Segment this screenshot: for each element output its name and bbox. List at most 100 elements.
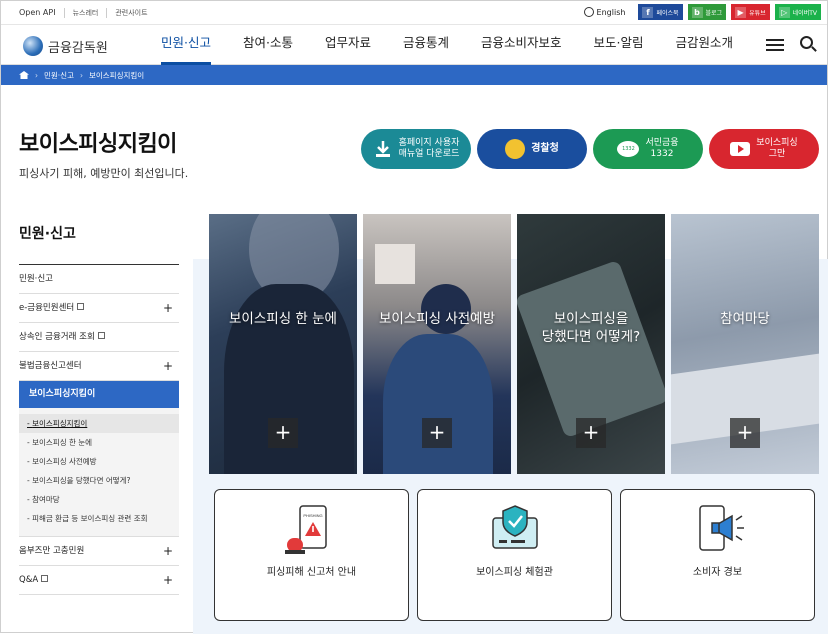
submenu-item-active[interactable]: - 보이스피싱지킴이 — [19, 414, 179, 433]
stop-voicephishing-label: 보이스피싱 그만 — [756, 137, 798, 159]
youtube-label: 유튜브 — [749, 9, 766, 17]
manual-download-label: 홈페이지 사용자 매뉴얼 다운로드 — [398, 137, 460, 159]
expand-plus-icon[interactable]: + — [163, 566, 173, 595]
sidebar-item-label: 옴부즈만 고충민원 — [19, 546, 85, 556]
quick-buttons: 홈페이지 사용자 매뉴얼 다운로드 경찰청 1332 서민금융 1332 보이스… — [361, 129, 819, 169]
sidebar-item-label: 민원·신고 — [19, 274, 53, 284]
nav-consumer-protection[interactable]: 금융소비자보호 — [481, 25, 562, 65]
tile-photo — [375, 244, 415, 284]
youtube-icon — [730, 142, 751, 156]
police-button[interactable]: 경찰청 — [477, 129, 587, 169]
nav-about[interactable]: 금감원소개 — [676, 25, 734, 65]
nav-press[interactable]: 보도·알림 — [594, 25, 644, 65]
phishing-phone-text: PHISHING — [303, 513, 322, 518]
tile-after-damage[interactable]: 보이스피싱을 당했다면 어떻게? + — [517, 214, 665, 474]
tile-participation[interactable]: 참여마당 + — [671, 214, 819, 474]
newsletter-link[interactable]: 뉴스레터 — [65, 8, 108, 18]
nav-complaints[interactable]: 민원·신고 — [161, 25, 211, 65]
tile-plus-icon[interactable]: + — [268, 418, 298, 448]
stop-voicephishing-button[interactable]: 보이스피싱 그만 — [709, 129, 819, 169]
tile-label: 보이스피싱을 당했다면 어떻게? — [541, 311, 641, 346]
sidebar-item[interactable]: 옴부즈만 고충민원 + — [19, 537, 179, 566]
card-consumer-alert[interactable]: 소비자 경보 — [620, 489, 815, 621]
submenu-item[interactable]: - 피해금 환급 등 보이스피싱 관련 조회 — [27, 509, 179, 528]
breadcrumb-item-current[interactable]: 보이스피싱지킴이 — [89, 70, 144, 81]
submenu-item-label: 참여마당 — [32, 495, 60, 504]
sidebar-item-label: Q&A — [19, 575, 39, 585]
site-logo[interactable]: 금융감독원 — [23, 36, 108, 56]
card-label: 피싱피해 신고처 안내 — [266, 567, 357, 578]
language-label: English — [596, 7, 626, 17]
blog-button[interactable]: b 블로그 — [687, 4, 727, 20]
sidebar-item-label: 불법금융신고센터 — [19, 361, 82, 371]
sidebar-item[interactable]: e-금융민원센터 + — [19, 294, 179, 323]
tile-voicephishing-overview[interactable]: 보이스피싱 한 눈에 + — [209, 214, 357, 474]
manual-download-button[interactable]: 홈페이지 사용자 매뉴얼 다운로드 — [361, 129, 471, 169]
sidebar-item[interactable]: 민원·신고 — [19, 265, 179, 294]
page-subtitle: 피싱사기 피해, 예방만이 최선입니다. — [19, 167, 189, 180]
financial-1332-label: 서민금융 1332 — [645, 137, 679, 159]
shield-card-icon — [491, 505, 538, 549]
facebook-icon: f — [642, 6, 654, 18]
sidebar-submenu: - 보이스피싱지킴이 - 보이스피싱 한 눈에 - 보이스피싱 사전예방 - 보… — [19, 408, 179, 537]
sidebar-item-active[interactable]: 보이스피싱지킴이 — [19, 381, 179, 408]
download-icon — [373, 139, 393, 159]
police-badge-icon — [505, 139, 526, 159]
nav-business-data[interactable]: 업무자료 — [325, 25, 371, 65]
nav-participation[interactable]: 참여·소통 — [243, 25, 293, 65]
facebook-label: 페이스북 — [656, 9, 679, 17]
tile-plus-icon[interactable]: + — [730, 418, 760, 448]
home-icon[interactable] — [19, 71, 29, 79]
expand-plus-icon[interactable]: + — [163, 537, 173, 566]
tile-plus-icon[interactable]: + — [422, 418, 452, 448]
sidebar-item[interactable]: 상속인 금융거래 조회 — [19, 323, 179, 352]
tile-prevention[interactable]: 보이스피싱 사전예방 + — [363, 214, 511, 474]
police-label: 경찰청 — [531, 142, 559, 154]
nav-statistics[interactable]: 금융통계 — [403, 25, 449, 65]
tile-plus-icon[interactable]: + — [576, 418, 606, 448]
submenu-item[interactable]: - 보이스피싱을 당했다면 어떻게? — [27, 471, 179, 490]
search-icon[interactable] — [800, 36, 813, 49]
phishing-alert-icon: PHISHING — [284, 505, 327, 554]
breadcrumb: › 민원·신고 › 보이스피싱지킴이 — [1, 65, 827, 85]
facebook-button[interactable]: f 페이스북 — [638, 4, 683, 20]
youtube-icon: ▶ — [735, 6, 747, 18]
youtube-button[interactable]: ▶ 유튜브 — [731, 4, 770, 20]
open-api-link[interactable]: Open API — [19, 8, 65, 18]
expand-plus-icon[interactable]: + — [163, 294, 173, 323]
sidebar-item[interactable]: 불법금융신고센터 + — [19, 352, 179, 381]
submenu-item[interactable]: - 보이스피싱 한 눈에 — [27, 433, 179, 452]
blog-icon: b — [691, 6, 703, 18]
language-switch[interactable]: English — [583, 7, 626, 17]
related-sites-link[interactable]: 관련사이트 — [107, 8, 155, 18]
breadcrumb-item[interactable]: 민원·신고 — [44, 70, 74, 81]
navertv-icon: ▷ — [778, 6, 790, 18]
submenu-item-label: 피해금 환급 등 보이스피싱 관련 조회 — [32, 514, 148, 523]
logo-text: 금융감독원 — [48, 40, 108, 56]
submenu-item-label: 보이스피싱 사전예방 — [32, 457, 97, 466]
submenu-item[interactable]: - 참여마당 — [27, 490, 179, 509]
external-link-icon — [97, 332, 105, 339]
expand-plus-icon[interactable]: + — [163, 352, 173, 381]
card-label: 보이스피싱 체험관 — [476, 567, 553, 578]
piggy-bank-icon: 1332 — [617, 141, 640, 157]
feature-tiles: 보이스피싱 한 눈에 + 보이스피싱 사전예방 + 보이스피싱을 당했다면 어떻… — [209, 214, 819, 474]
sidebar-title: 민원·신고 — [19, 223, 179, 265]
card-report-guide[interactable]: PHISHING 피싱피해 신고처 안내 — [214, 489, 409, 621]
external-link-icon — [41, 575, 49, 582]
breadcrumb-separator-icon: › — [79, 70, 83, 80]
card-experience-hall[interactable]: 보이스피싱 체험관 — [417, 489, 612, 621]
navertv-button[interactable]: ▷ 네이버TV — [774, 4, 821, 20]
financial-1332-button[interactable]: 1332 서민금융 1332 — [593, 129, 703, 169]
submenu-item[interactable]: - 보이스피싱 사전예방 — [27, 452, 179, 471]
sidebar-item[interactable]: Q&A + — [19, 566, 179, 595]
navertv-label: 네이버TV — [792, 9, 817, 17]
hamburger-menu-icon[interactable] — [766, 39, 784, 51]
megaphone-icon — [698, 505, 744, 551]
sidebar-item-label: e-금융민원센터 — [19, 303, 75, 313]
sidebar-item-label: 상속인 금융거래 조회 — [19, 332, 95, 342]
fss-logo-icon — [23, 36, 43, 56]
tile-label: 보이스피싱 사전예방 — [378, 311, 496, 327]
social-links: English f 페이스북 b 블로그 ▶ 유튜브 ▷ 네이버TV — [583, 4, 821, 20]
tile-label: 참여마당 — [720, 311, 770, 327]
